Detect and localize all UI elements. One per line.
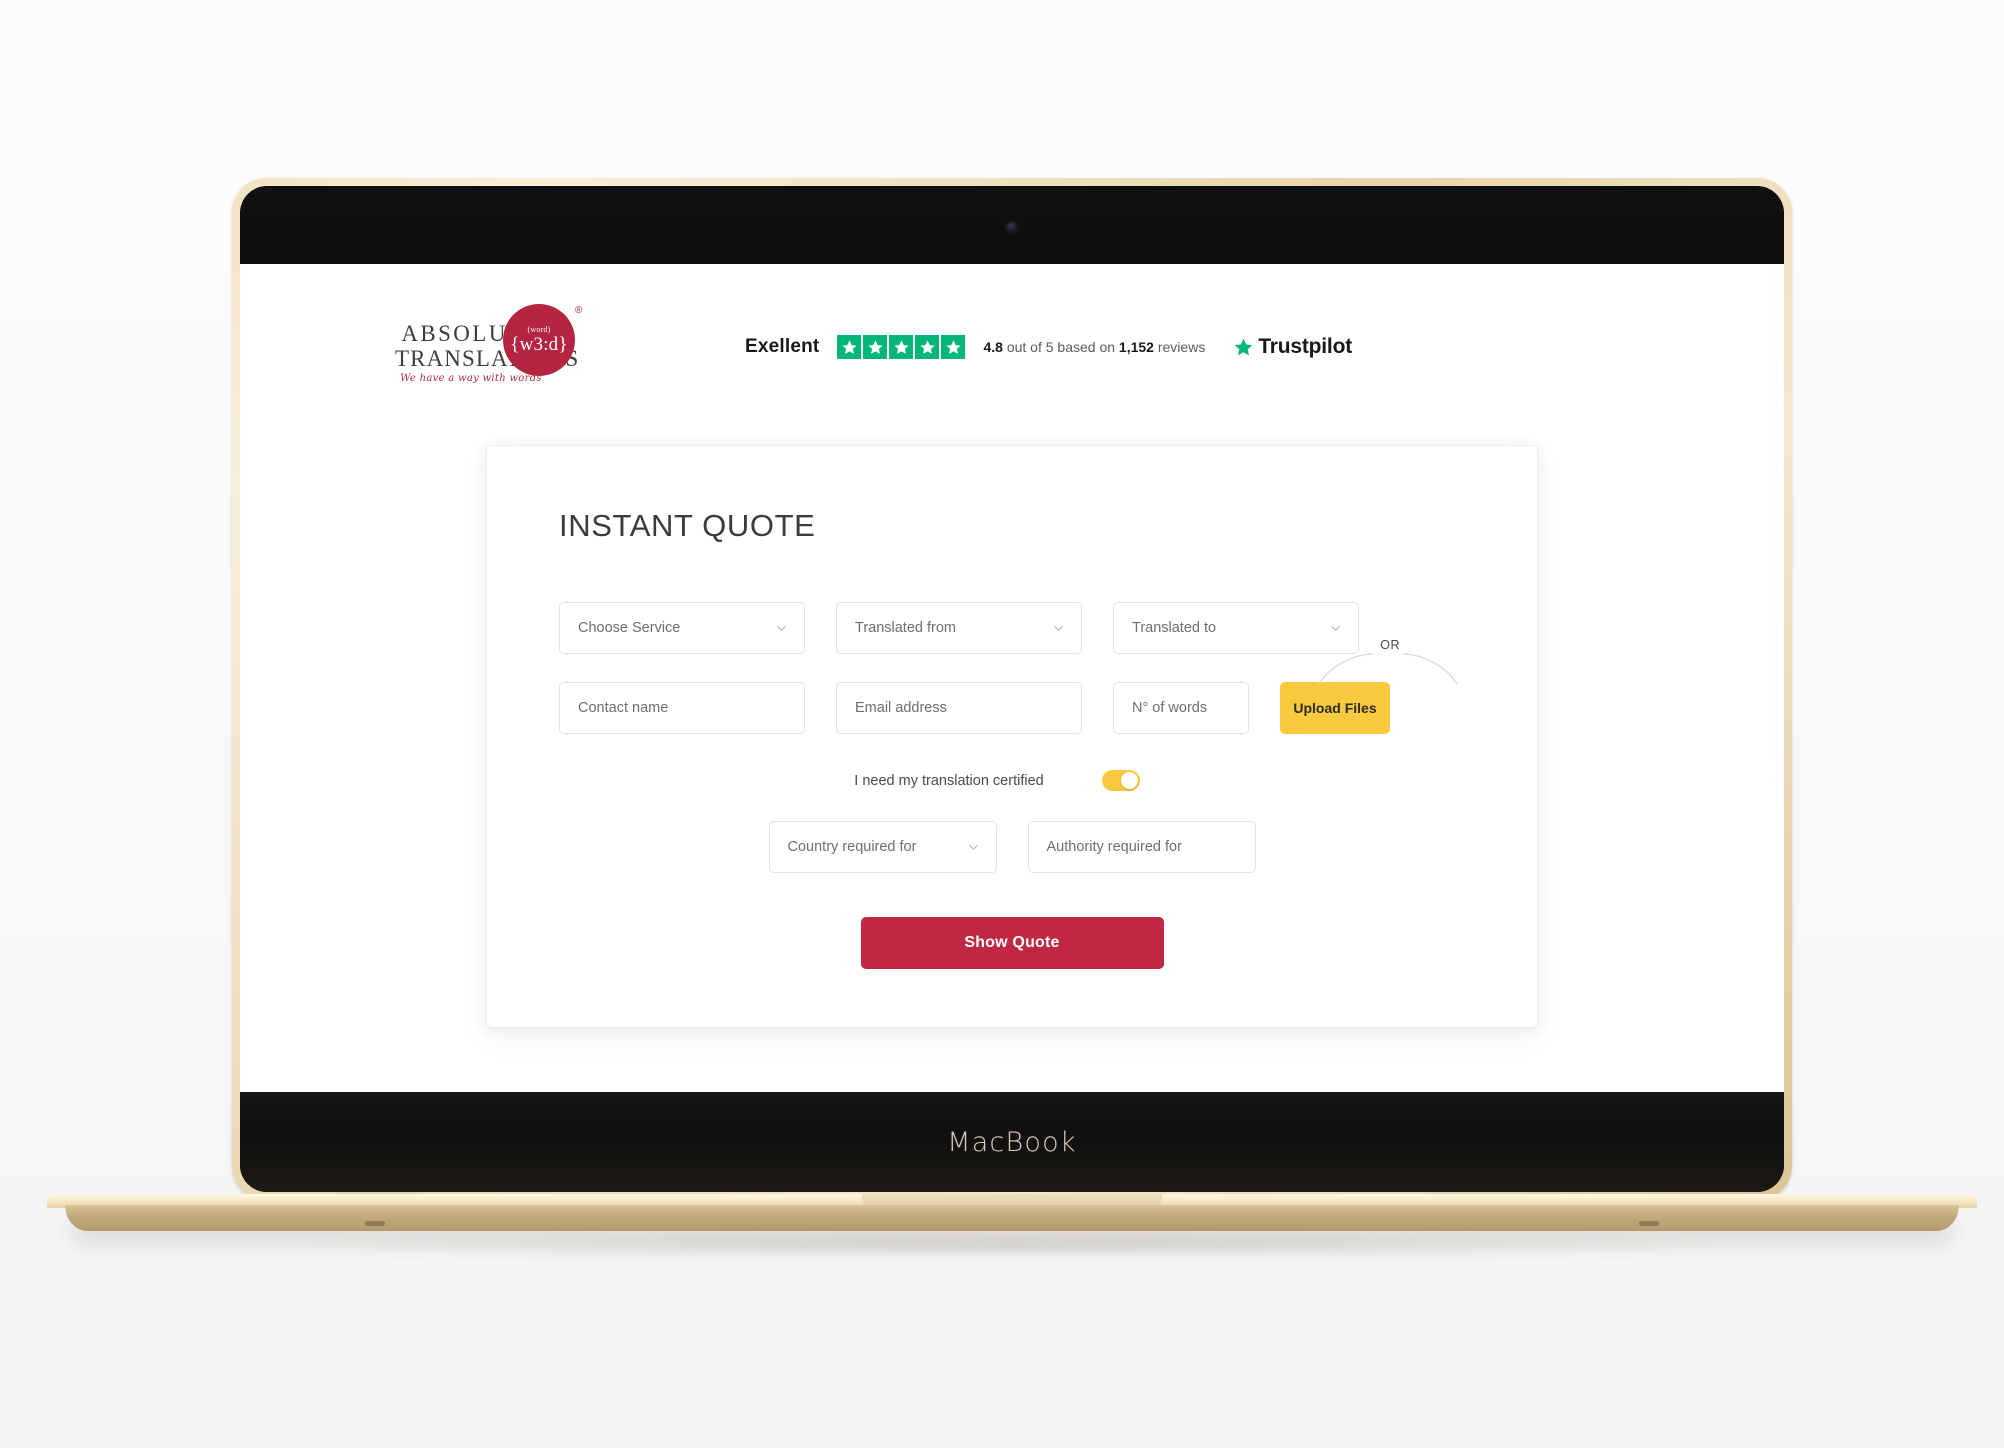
laptop-foot xyxy=(1639,1221,1659,1226)
registered-trademark-icon: ® xyxy=(575,305,583,316)
star-icon xyxy=(915,335,940,359)
logo-bubble-small: (word) xyxy=(527,325,551,334)
trustpilot-verdict: Exellent xyxy=(745,336,820,357)
macbook-device: ABSOLUTE TRANSLATIONS We have a way with… xyxy=(47,178,1977,1258)
rating-middle: out of 5 based on xyxy=(1002,339,1119,355)
form-row-languages: Choose Service Translated from Translate… xyxy=(559,602,1465,654)
trustpilot-star-rating xyxy=(837,335,966,359)
laptop-lid: ABSOLUTE TRANSLATIONS We have a way with… xyxy=(232,178,1792,1200)
source-language-select[interactable]: Translated from xyxy=(836,602,1082,654)
or-label: OR xyxy=(1375,638,1405,652)
star-icon xyxy=(863,335,888,359)
service-select[interactable]: Choose Service xyxy=(559,602,805,654)
service-select-label: Choose Service xyxy=(578,620,681,636)
website-page: ABSOLUTE TRANSLATIONS We have a way with… xyxy=(240,264,1784,1108)
trustpilot-logo: Trustpilot xyxy=(1233,335,1352,359)
form-row-certification: Country required for Authority required … xyxy=(559,821,1465,873)
certified-toggle-label: I need my translation certified xyxy=(854,772,1044,789)
laptop-base-body xyxy=(65,1205,1959,1231)
star-icon xyxy=(837,335,862,359)
laptop-foot xyxy=(365,1221,385,1226)
speech-bubble-icon: (word) {w3:d} xyxy=(503,304,575,376)
laptop-base xyxy=(47,1194,1977,1234)
email-address-input[interactable]: Email address xyxy=(836,682,1082,734)
target-language-select[interactable]: Translated to xyxy=(1113,602,1359,654)
rating-value: 4.8 xyxy=(983,339,1003,355)
screen-content: ABSOLUTE TRANSLATIONS We have a way with… xyxy=(240,264,1784,1108)
country-required-select[interactable]: Country required for xyxy=(768,821,997,873)
certified-toggle[interactable] xyxy=(1101,770,1140,791)
site-header: ABSOLUTE TRANSLATIONS We have a way with… xyxy=(240,264,1784,390)
instant-quote-card: INSTANT QUOTE Choose Service Translated … xyxy=(486,445,1538,1028)
certified-toggle-row: I need my translation certified xyxy=(559,770,1465,791)
authority-required-placeholder: Authority required for xyxy=(1046,839,1182,855)
form-row-contact: Contact name Email address N° of words U… xyxy=(559,682,1465,734)
chevron-down-icon xyxy=(775,622,788,635)
chevron-down-icon xyxy=(1329,622,1342,635)
word-count-input[interactable]: N° of words xyxy=(1113,682,1249,734)
trustpilot-widget[interactable]: Exellent 4.8 out of 5 based on 1,152 rev… xyxy=(745,335,1352,359)
target-language-label: Translated to xyxy=(1132,620,1217,636)
page-background: ABSOLUTE TRANSLATIONS We have a way with… xyxy=(0,0,2004,1448)
brand-logo[interactable]: ABSOLUTE TRANSLATIONS We have a way with… xyxy=(395,304,610,390)
device-shadow xyxy=(292,1232,1732,1258)
source-language-label: Translated from xyxy=(855,620,956,636)
upload-files-button[interactable]: Upload Files xyxy=(1280,682,1390,734)
authority-required-input[interactable]: Authority required for xyxy=(1027,821,1256,873)
laptop-chin: MacBook xyxy=(240,1092,1784,1192)
word-count-placeholder: N° of words xyxy=(1132,700,1208,716)
logo-bubble-main: {w3:d} xyxy=(510,334,568,355)
contact-name-input[interactable]: Contact name xyxy=(559,682,805,734)
country-required-label: Country required for xyxy=(787,839,917,855)
email-address-placeholder: Email address xyxy=(855,700,947,716)
star-icon xyxy=(941,335,966,359)
page-title: INSTANT QUOTE xyxy=(559,508,816,543)
logo-tagline: We have a way with words xyxy=(400,373,542,384)
trustpilot-rating-text: 4.8 out of 5 based on 1,152 reviews xyxy=(983,339,1205,355)
device-brand-label: MacBook xyxy=(947,1126,1077,1158)
review-count: 1,152 xyxy=(1118,339,1154,355)
review-suffix: reviews xyxy=(1153,339,1206,355)
trustpilot-brand-name: Trustpilot xyxy=(1258,335,1352,358)
star-icon xyxy=(889,335,914,359)
or-arc-icon xyxy=(1318,653,1458,685)
submit-row: Show Quote xyxy=(559,917,1465,969)
contact-name-placeholder: Contact name xyxy=(578,700,669,716)
trustpilot-star-icon xyxy=(1233,337,1254,358)
webcam-icon xyxy=(1006,222,1018,233)
chevron-down-icon xyxy=(967,841,980,854)
toggle-knob xyxy=(1120,772,1138,789)
show-quote-button[interactable]: Show Quote xyxy=(860,917,1164,969)
screen-bezel: ABSOLUTE TRANSLATIONS We have a way with… xyxy=(240,186,1784,1192)
chevron-down-icon xyxy=(1052,622,1065,635)
